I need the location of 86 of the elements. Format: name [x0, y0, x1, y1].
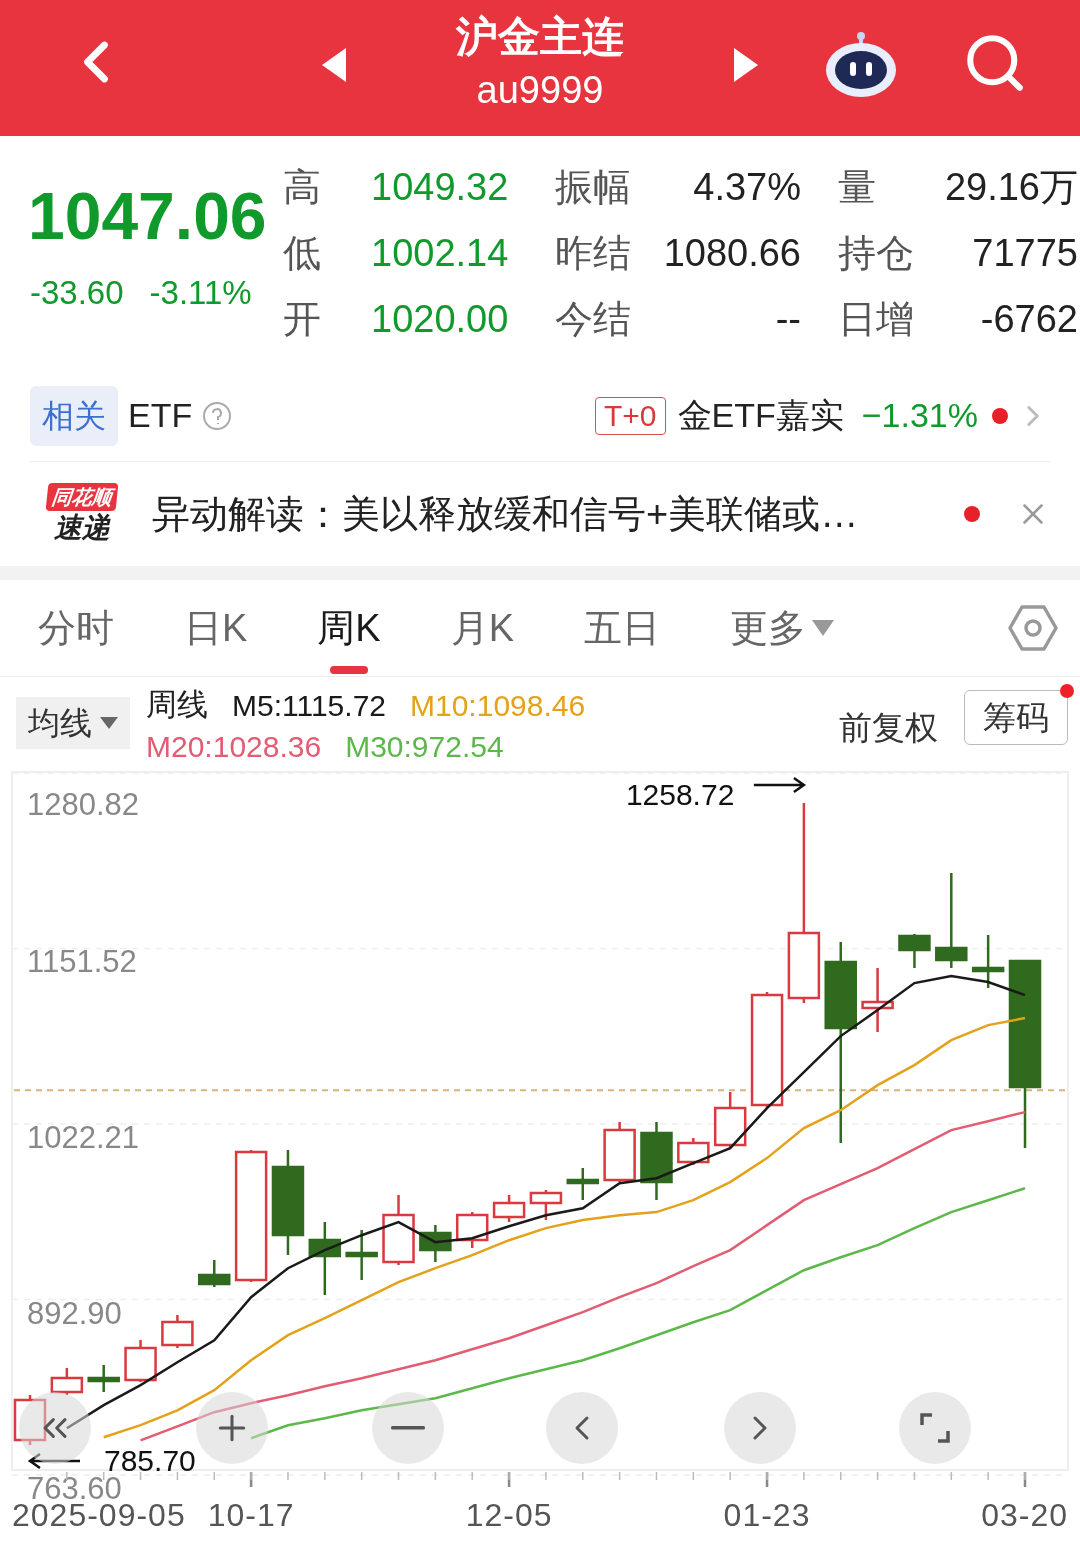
stat-value: -6762: [979, 296, 1078, 342]
percent-change: -3.11%: [149, 273, 252, 313]
stat-value: 29.16万: [943, 164, 1078, 210]
scroll-start-button[interactable]: [19, 1392, 91, 1464]
candlestick: [124, 1340, 157, 1382]
candlestick: [898, 934, 931, 968]
stat-label: 开: [283, 296, 322, 342]
stat-value: 1020.00: [371, 296, 510, 342]
candlestick: [382, 1195, 415, 1265]
candlestick: [419, 1225, 452, 1262]
axis-label: 1280.82: [27, 787, 140, 822]
moving-average-value: M30:972.54: [345, 728, 504, 765]
stat-label: 今结: [555, 296, 632, 342]
candlestick: [13, 1395, 47, 1445]
price-change: -33.60: [30, 273, 124, 313]
period-tab[interactable]: 更多: [730, 579, 835, 677]
corners-icon: [918, 1411, 952, 1445]
candlestick: [566, 1168, 600, 1200]
candlestick: [971, 935, 1005, 988]
period-tab[interactable]: 分时: [38, 579, 114, 677]
candlestick: [198, 1260, 231, 1287]
caret-icon: [100, 717, 118, 729]
candlestick: [345, 1230, 378, 1280]
date-label: 01-23: [723, 1497, 811, 1533]
period-label: 周线: [146, 685, 208, 724]
period-tab[interactable]: 日K: [184, 579, 248, 677]
annotation-arrow: [27, 1452, 82, 1470]
settings-icon[interactable]: [1008, 605, 1058, 651]
moving-average-value: M5:1115.72: [232, 687, 386, 724]
stat-label: 低: [283, 230, 322, 276]
date-label: 12-05: [465, 1497, 553, 1533]
candlestick: [713, 1092, 747, 1148]
axis-label: 892.90: [27, 1295, 122, 1331]
period-tab[interactable]: 月K: [450, 579, 515, 677]
logo-text: 速递: [54, 511, 110, 545]
moving-average-value: M10:1098.46: [410, 687, 586, 724]
fund-name[interactable]: 金ETF嘉实: [677, 390, 844, 441]
stat-value: 1080.66: [662, 230, 801, 276]
triangle-right-icon[interactable]: [734, 48, 758, 82]
related-tag: 相关: [30, 385, 118, 446]
candlestick: [529, 1190, 563, 1220]
candlestick: [677, 1138, 710, 1165]
logo-badge: 同花顺: [45, 483, 119, 511]
stat-label: 持仓: [837, 230, 915, 276]
minus-icon: [391, 1426, 425, 1430]
help-icon[interactable]: [202, 400, 233, 431]
indicator-dropdown[interactable]: 均线: [16, 697, 130, 749]
axis-label: 1151.52: [27, 944, 137, 980]
caret-icon: [812, 620, 835, 636]
date-label: 03-20: [981, 1497, 1068, 1533]
stat-value: 1002.14: [371, 230, 510, 276]
stat-value: 4.37%: [692, 164, 801, 210]
candlestick: [861, 968, 894, 1032]
instrument-title: 沪金主连: [456, 12, 624, 62]
last-price: 1047.06: [28, 178, 268, 255]
adjust-mode[interactable]: 前复权: [839, 703, 938, 753]
annotation-label: 1258.72: [625, 778, 735, 811]
stat-label: 昨结: [555, 230, 632, 276]
date-label: 10-17: [207, 1497, 295, 1533]
period-tab[interactable]: 周K: [317, 579, 381, 677]
axis-label: 1022.21: [27, 1120, 140, 1155]
triangle-left-icon[interactable]: [322, 48, 346, 82]
zoom-in-button[interactable]: [196, 1392, 268, 1464]
annotation-label: 785.70: [104, 1444, 196, 1477]
moving-average-value: M20:1028.36: [146, 728, 322, 765]
stat-label: 量: [837, 164, 877, 210]
stat-label: 高: [283, 164, 322, 210]
fund-change: −1.31%: [861, 395, 978, 436]
t0-badge: T+0: [595, 396, 666, 435]
stat-label: 日增: [837, 296, 915, 342]
etf-label: ETF: [128, 395, 193, 436]
stat-value: 1049.32: [371, 164, 510, 210]
instrument-code: au9999: [476, 68, 604, 113]
candlestick: [603, 1122, 636, 1182]
candlestick: [87, 1365, 120, 1392]
candlestick: [50, 1368, 84, 1395]
stat-value: 71775: [971, 230, 1078, 276]
candlestick: [161, 1315, 194, 1348]
zoom-out-button[interactable]: [372, 1392, 444, 1464]
stat-label: 振幅: [555, 164, 632, 210]
candlestick: [492, 1195, 526, 1222]
stat-value: --: [774, 296, 801, 342]
annotation-arrow: [752, 776, 807, 794]
period-tab[interactable]: 五日: [584, 579, 661, 677]
candlestick: [455, 1212, 489, 1248]
news-headline[interactable]: 异动解读：美以释放缓和信号+美联储或…: [152, 485, 964, 543]
